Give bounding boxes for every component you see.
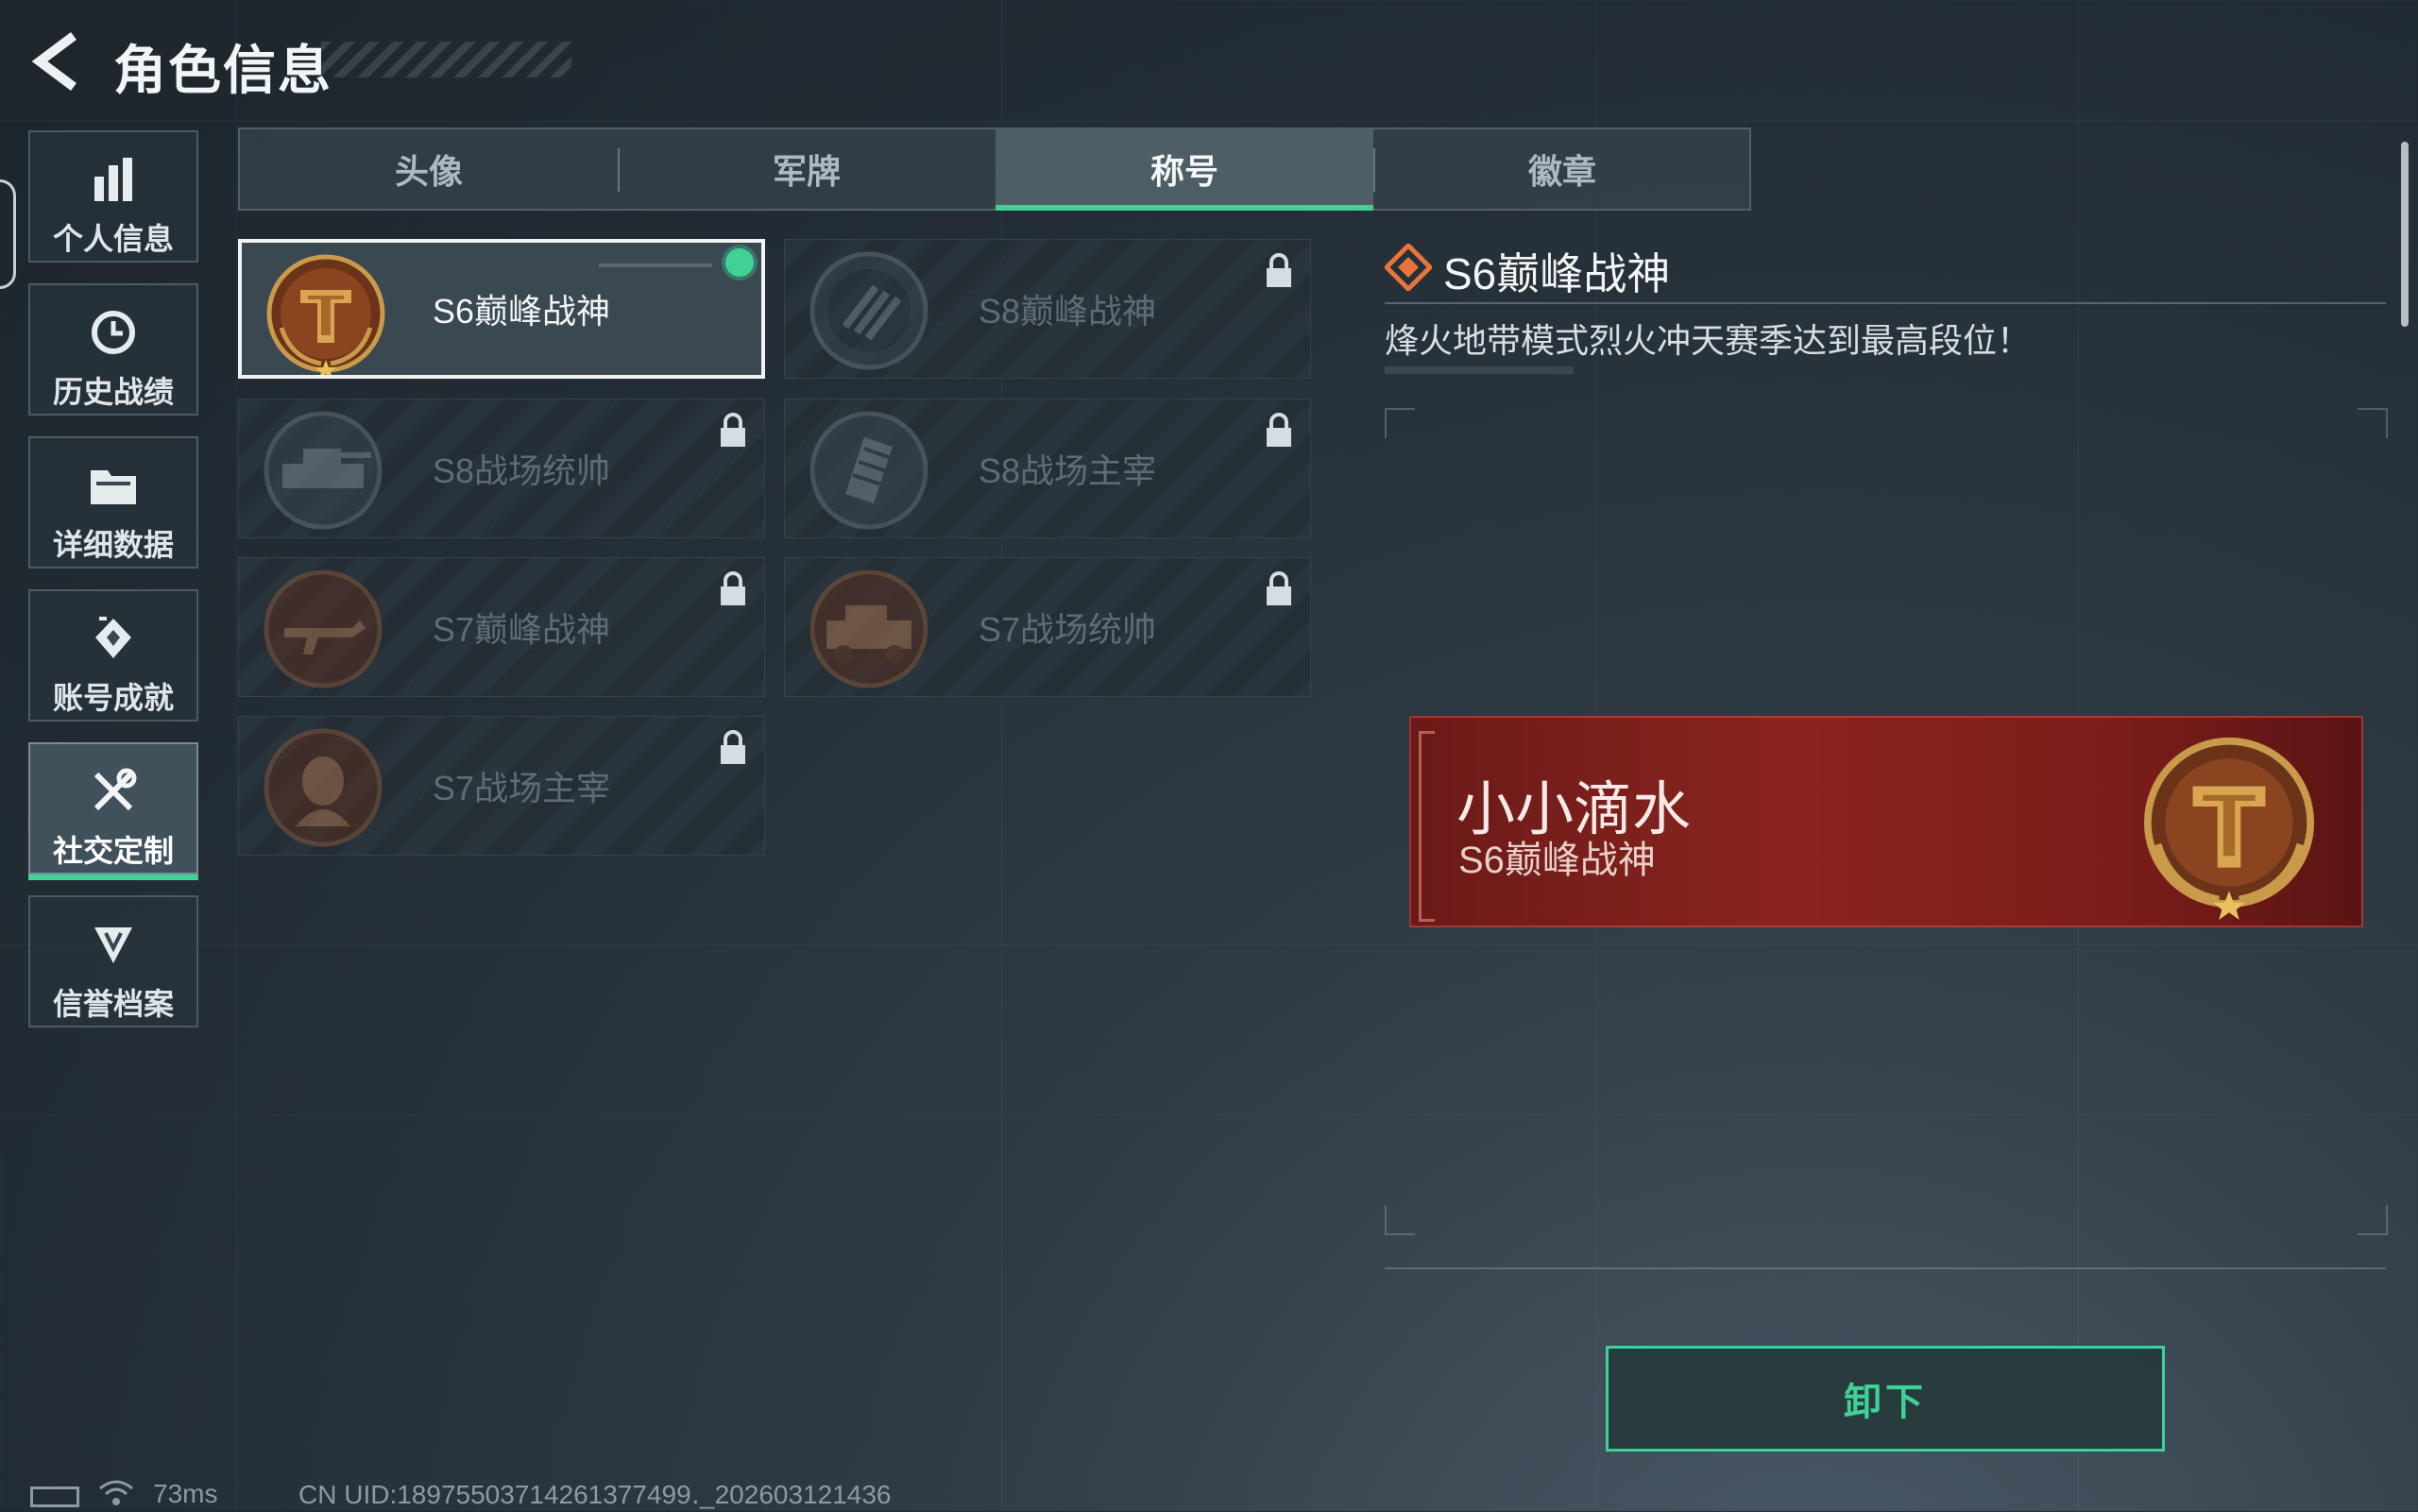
title-card-name: S7战场主宰 [433, 769, 611, 807]
title-card-s7-peak[interactable]: S7巅峰战神 [238, 557, 765, 697]
title-card-name: S6巅峰战神 [433, 292, 611, 331]
tab-avatar[interactable]: 头像 [240, 129, 618, 209]
sidebar-item-label: 信誉档案 [52, 987, 174, 1021]
title-card-name: S8战场主宰 [979, 451, 1157, 490]
detail-title: S6巅峰战神 [1443, 249, 1671, 298]
lock-icon [1265, 253, 1293, 289]
detail-description: 烽火地带模式烈火冲天赛季达到最高段位！ [1385, 321, 2032, 360]
detail-decoration [1385, 366, 1574, 374]
medal-s8-peak-icon [808, 249, 930, 372]
lock-icon [1265, 571, 1293, 607]
bar-chart-icon [30, 151, 196, 208]
preview-bracket [1419, 731, 1435, 922]
equipped-indicator [725, 248, 754, 277]
wifi-icon [98, 1479, 134, 1507]
page-title: 角色信息 [113, 41, 332, 100]
medal-s6-peak-icon [2135, 731, 2324, 920]
title-card-name: S8巅峰战神 [979, 292, 1157, 331]
frame-corner [1385, 408, 1415, 438]
lock-icon [719, 413, 747, 449]
tab-title[interactable]: 称号 [996, 129, 1373, 211]
sidebar-item-history[interactable]: 历史战绩 [28, 283, 198, 416]
medal-s8-dominator-icon [808, 409, 930, 532]
medal-s8-commander-icon [262, 409, 384, 532]
sidebar-item-details[interactable]: 详细数据 [28, 436, 198, 569]
category-tabs: 头像 军牌 称号 徽章 [238, 127, 1751, 211]
lock-icon [719, 571, 747, 607]
title-card-s6-peak[interactable]: S6巅峰战神 [238, 239, 765, 379]
sidebar-item-label: 详细数据 [52, 528, 174, 562]
battery-icon [30, 1487, 79, 1507]
title-card-name: S7战场统帅 [979, 610, 1157, 649]
detail-divider [1385, 302, 2386, 304]
medal-s7-peak-icon [262, 568, 384, 690]
sidebar-item-label: 个人信息 [52, 222, 174, 256]
card-decoration [599, 263, 712, 267]
folder-icon [30, 457, 196, 514]
sidebar-item-credit[interactable]: 信誉档案 [28, 895, 198, 1028]
sidebar-item-label: 账号成就 [52, 681, 174, 715]
title-card-s8-commander[interactable]: S8战场统帅 [238, 399, 765, 538]
title-card-s8-peak[interactable]: S8巅峰战神 [784, 239, 1311, 379]
lock-icon [1265, 413, 1293, 449]
scrollbar[interactable] [2401, 142, 2409, 327]
preview-title: S6巅峰战神 [1458, 840, 1656, 881]
user-uid: CN UID:18975503714261377499․_20260312143… [298, 1480, 892, 1509]
title-card-s8-dominator[interactable]: S8战场主宰 [784, 399, 1311, 538]
diamond-title-icon [1383, 242, 1434, 293]
title-card-s7-commander[interactable]: S7战场统帅 [784, 557, 1311, 697]
history-clock-icon [30, 304, 196, 361]
title-card-name: S7巅峰战神 [433, 610, 611, 649]
sidebar-item-label: 社交定制 [52, 834, 174, 868]
tab-dogtag[interactable]: 军牌 [618, 129, 996, 209]
sidebar-item-profile[interactable]: 个人信息 [28, 130, 198, 263]
tab-badge[interactable]: 徽章 [1373, 129, 1751, 209]
back-arrow-icon[interactable] [26, 28, 83, 94]
title-preview-card: 小小滴水 S6巅峰战神 [1409, 716, 2363, 927]
achievement-icon [30, 610, 196, 667]
unequip-button[interactable]: 卸下 [1606, 1346, 2165, 1452]
medal-s7-dominator-icon [262, 726, 384, 849]
sidebar-item-social[interactable]: 社交定制 [28, 742, 198, 880]
lock-icon [719, 730, 747, 766]
title-card-s7-dominator[interactable]: S7战场主宰 [238, 716, 765, 856]
credit-shield-icon [30, 916, 196, 973]
sidebar-item-achievements[interactable]: 账号成就 [28, 589, 198, 722]
title-decoration [321, 42, 571, 77]
tools-icon [30, 763, 196, 820]
sidebar-item-label: 历史战绩 [52, 375, 174, 409]
edge-handle[interactable] [0, 179, 16, 289]
medal-s6-peak-icon [264, 252, 387, 379]
frame-corner [2358, 1205, 2388, 1235]
frame-corner [2358, 408, 2388, 438]
network-ping: 73ms [153, 1479, 218, 1508]
frame-corner [1385, 1205, 1415, 1235]
medal-s7-commander-icon [808, 568, 930, 690]
title-card-name: S8战场统帅 [433, 451, 611, 490]
